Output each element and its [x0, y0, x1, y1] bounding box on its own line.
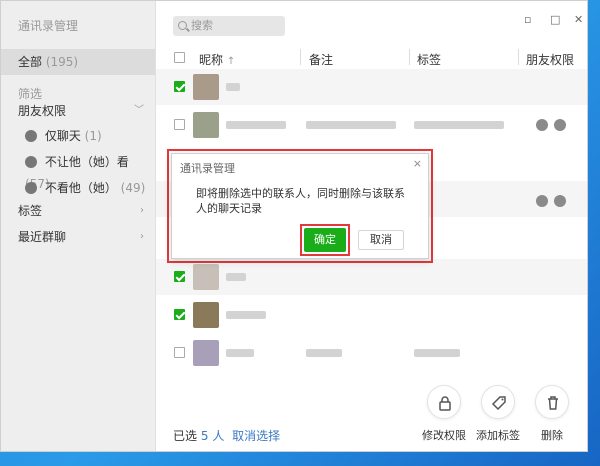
sidebar-item-hide-from[interactable]: 不让他（她）看 (57): [25, 151, 155, 191]
tag-icon: [481, 385, 515, 419]
confirm-button[interactable]: 确定: [304, 228, 346, 252]
lock-icon: [427, 385, 461, 419]
avatar: [193, 112, 219, 138]
blurred-tags: [414, 349, 460, 357]
chevron-right-icon: ›: [140, 205, 144, 216]
chevron-right-icon: ›: [140, 231, 144, 242]
sidebar-item-friend-permission-label: 朋友权限: [18, 104, 67, 118]
contacts-manager-window: 通讯录管理 全部 (195) 筛选 朋友权限 ﹀ 仅聊天 (1) 不让他（她）看…: [0, 0, 588, 452]
selected-count: 5: [200, 429, 209, 443]
column-divider: [300, 49, 301, 65]
blurred-tags: [414, 121, 504, 129]
add-tag-label: 添加标签: [476, 429, 520, 442]
sidebar-item-hide-from-label: 不让他（她）看: [44, 155, 129, 169]
sidebar-item-not-view-label: 不看他（她）: [44, 181, 117, 195]
column-divider: [518, 49, 519, 65]
avatar: [193, 264, 219, 290]
lock-user-icon: [536, 195, 548, 207]
table-row[interactable]: [156, 107, 587, 143]
close-button[interactable]: ✕: [574, 13, 583, 26]
dialog-close-icon[interactable]: ×: [413, 157, 422, 170]
delete-button[interactable]: 删除: [532, 385, 572, 443]
maximize-button[interactable]: □: [550, 13, 560, 26]
sidebar-item-not-view[interactable]: 不看他（她） (49): [25, 177, 145, 199]
blurred-nickname: [226, 273, 246, 281]
search-icon: [178, 21, 187, 30]
dialog-message: 即将删除选中的联系人，同时删除与该联系人的聊天记录: [196, 187, 405, 215]
blurred-remark: [306, 349, 342, 357]
modify-permission-button[interactable]: 修改权限: [422, 385, 466, 443]
row-checkbox[interactable]: [174, 271, 185, 282]
lock-user-icon: [25, 156, 37, 168]
avatar: [193, 302, 219, 328]
sidebar-item-friend-permission[interactable]: 朋友权限 ﹀: [18, 99, 148, 123]
select-all-checkbox[interactable]: [174, 52, 185, 63]
cancel-button[interactable]: 取消: [358, 230, 404, 250]
table-row[interactable]: [156, 69, 587, 105]
sidebar-item-tags-label: 标签: [18, 204, 43, 218]
chevron-down-icon: ﹀: [134, 105, 144, 116]
row-checkbox[interactable]: [174, 309, 185, 320]
selected-prefix: 已选: [173, 429, 198, 443]
column-nickname-label: 昵称: [199, 53, 224, 67]
confirm-delete-dialog: 通讯录管理 × 即将删除选中的联系人，同时删除与该联系人的聊天记录 确定 取消: [171, 153, 429, 259]
sidebar-item-all-count: (195): [45, 55, 79, 69]
sidebar-item-all[interactable]: 全部 (195): [1, 49, 155, 75]
modify-permission-label: 修改权限: [422, 429, 466, 442]
search-input[interactable]: 搜索: [173, 16, 285, 36]
column-nickname[interactable]: 昵称 ↑: [199, 51, 235, 68]
selection-summary: 已选 5 人 取消选择: [173, 427, 280, 444]
row-checkbox[interactable]: [174, 347, 185, 358]
dialog-title: 通讯录管理: [180, 162, 235, 175]
sidebar-item-not-view-count: (49): [120, 181, 146, 195]
add-tag-button[interactable]: 添加标签: [476, 385, 520, 443]
sidebar-item-recent-groups[interactable]: 最近群聊 ›: [18, 225, 148, 249]
sidebar-item-chat-only[interactable]: 仅聊天 (1): [25, 125, 102, 147]
blurred-remark: [306, 121, 396, 129]
blurred-nickname: [226, 83, 240, 91]
sidebar-item-chat-only-count: (1): [84, 129, 102, 143]
sidebar-item-chat-only-label: 仅聊天: [44, 129, 81, 143]
sidebar-item-tags[interactable]: 标签 ›: [18, 199, 148, 223]
sort-arrow-icon: ↑: [226, 56, 236, 67]
table-header: 昵称 ↑ 备注 标签 朋友权限: [156, 47, 587, 69]
lock-user-icon: [536, 119, 548, 131]
eye-off-icon: [554, 119, 566, 131]
minimize-button[interactable]: ▫: [524, 13, 531, 26]
blurred-nickname: [226, 311, 266, 319]
eye-off-icon: [25, 182, 37, 194]
app-title: 通讯录管理: [18, 19, 79, 33]
column-remark: 备注: [309, 53, 334, 67]
table-row[interactable]: [156, 335, 587, 371]
trash-icon: [535, 385, 569, 419]
delete-label: 删除: [541, 429, 563, 442]
column-divider: [409, 49, 410, 65]
avatar: [193, 340, 219, 366]
avatar: [193, 74, 219, 100]
table-row[interactable]: [156, 297, 587, 333]
sidebar: 通讯录管理 全部 (195) 筛选 朋友权限 ﹀ 仅聊天 (1) 不让他（她）看…: [1, 1, 156, 451]
blurred-nickname: [226, 121, 286, 129]
row-checkbox[interactable]: [174, 81, 185, 92]
table-row[interactable]: [156, 259, 587, 295]
column-friend-permission: 朋友权限: [526, 53, 575, 67]
blurred-nickname: [226, 349, 254, 357]
column-tags: 标签: [417, 53, 442, 67]
row-checkbox[interactable]: [174, 119, 185, 130]
user-icon: [25, 130, 37, 142]
eye-off-icon: [554, 195, 566, 207]
clear-selection-link[interactable]: 取消选择: [232, 429, 280, 443]
search-placeholder: 搜索: [191, 19, 213, 32]
sidebar-item-all-label: 全部: [18, 55, 43, 69]
sidebar-item-recent-groups-label: 最近群聊: [18, 230, 67, 244]
selected-unit: 人: [212, 429, 225, 443]
